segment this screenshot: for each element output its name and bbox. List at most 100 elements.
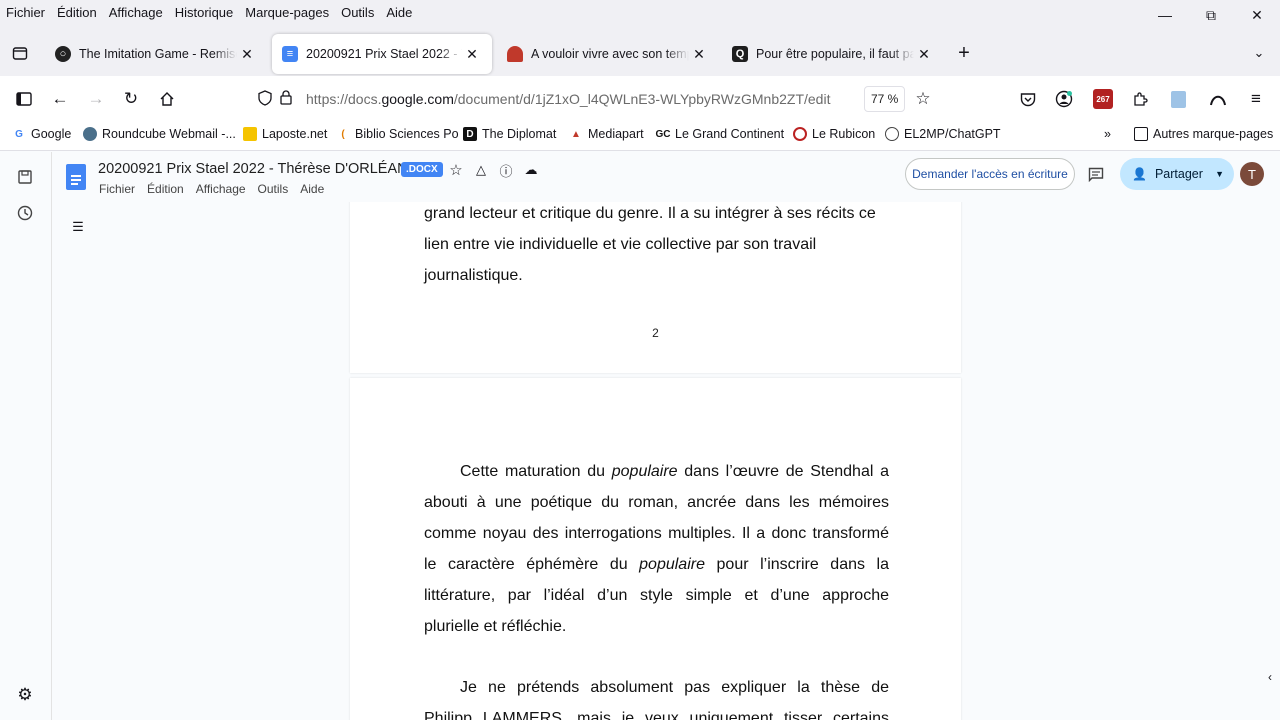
menu-affichage[interactable]: Affichage (103, 5, 169, 20)
close-tab-icon[interactable]: ✕ (689, 46, 709, 63)
document-canvas: ☰ grand lecteur et critique du genre. Il… (52, 202, 1280, 720)
document-page: grand lecteur et critique du genre. Il a… (350, 202, 961, 373)
history-icon[interactable] (12, 200, 38, 226)
rubicon-icon (793, 127, 807, 141)
tab-title: Pour être populaire, il faut parle (756, 47, 914, 61)
side-panel-expand-icon[interactable]: ‹ (1257, 664, 1280, 690)
url-bar[interactable]: https://docs.google.com/document/d/1jZ1x… (252, 82, 942, 116)
quora-icon: Q (732, 46, 748, 62)
bookmark-mediapart[interactable]: ▲ Mediapart (569, 127, 644, 141)
tab-title: The Imitation Game - Remise P (79, 47, 237, 61)
bookmark-star-icon[interactable]: ☆ (910, 86, 936, 112)
zoom-indicator[interactable]: 77 % (864, 86, 906, 112)
home-icon[interactable] (154, 86, 180, 112)
pocket-icon[interactable] (1015, 86, 1041, 112)
paragraph: Cette maturation du populaire dans l’œuv… (424, 456, 889, 642)
docs-menu-aide[interactable]: Aide (300, 182, 324, 196)
other-bookmarks-folder[interactable]: Autres marque-pages (1134, 127, 1273, 141)
paragraph: Je ne prétends absolument pas expliquer … (424, 672, 889, 720)
share-button[interactable]: 👤 Partager ▼ (1120, 158, 1234, 190)
close-tab-icon[interactable]: ✕ (914, 46, 934, 63)
text-line: abouti à une poétique du roman, ancrée d… (424, 494, 889, 511)
navigation-toolbar: ← → ↻ https://docs.google.com/document/d… (0, 76, 1280, 121)
google-icon: G (15, 128, 23, 140)
text-line: Cette maturation du populaire dans l’œuv… (460, 463, 889, 480)
google-docs-icon: ≡ (282, 46, 298, 62)
tab-pour-etre-populaire[interactable]: Q Pour être populaire, il faut parle ✕ (722, 34, 944, 74)
document-page: Cette maturation du populaire dans l’œuv… (350, 378, 961, 720)
left-rail: ⚙ (0, 152, 52, 720)
folder-icon (1134, 127, 1148, 141)
menu-outils[interactable]: Outils (335, 5, 380, 20)
docs-menu-fichier[interactable]: Fichier (99, 182, 135, 196)
bookmark-google[interactable]: G Google (12, 127, 71, 141)
bookmark-roundcube[interactable]: Roundcube Webmail -... (83, 127, 236, 141)
docx-badge: .DOCX (401, 162, 443, 177)
cloud-status-icon[interactable]: ☁ (518, 157, 544, 183)
person-icon: 👤 (1132, 167, 1147, 181)
tracking-shield-icon[interactable] (258, 89, 280, 109)
outline-icon[interactable]: ☰ (65, 214, 91, 240)
tab-prix-stael[interactable]: ≡ 20200921 Prix Stael 2022 - Thé ✕ (272, 34, 492, 74)
new-tab-icon[interactable]: + (951, 40, 977, 66)
docs-menu-outils[interactable]: Outils (258, 182, 289, 196)
url-text[interactable]: https://docs.google.com/document/d/1jZ1x… (306, 91, 830, 107)
bookmark-diplomat[interactable]: D The Diplomat (463, 127, 556, 141)
tab-vouloir-vivre[interactable]: A vouloir vivre avec son temps, ✕ (497, 34, 719, 74)
menu-fichier[interactable]: Fichier (0, 5, 51, 20)
menu-aide[interactable]: Aide (380, 5, 418, 20)
settings-gear-icon[interactable]: ⚙ (12, 682, 38, 708)
comments-icon[interactable] (1083, 161, 1109, 187)
close-tab-icon[interactable]: ✕ (462, 46, 482, 63)
hamburger-menu-icon[interactable]: ≡ (1243, 86, 1269, 112)
caret-down-icon: ▼ (1215, 169, 1224, 179)
text-line: comme noyau des interrogations multiples… (424, 525, 889, 542)
save-icon[interactable] (12, 164, 38, 190)
avatar[interactable]: T (1240, 162, 1264, 186)
list-tabs-icon[interactable]: ⌄ (1246, 40, 1272, 66)
bookmark-chatgpt[interactable]: EL2MP/ChatGPT (885, 127, 1001, 141)
request-edit-access-button[interactable]: Demander l'accès en écriture (905, 158, 1075, 190)
document-title[interactable]: 20200921 Prix Stael 2022 - Thérèse D'ORL… (98, 161, 417, 177)
text-line: littérature, par l’idéal d’un style simp… (424, 587, 889, 604)
tab-overview-icon[interactable] (7, 40, 33, 66)
bookmark-laposte[interactable]: Laposte.net (243, 127, 327, 141)
lock-icon[interactable] (280, 90, 306, 108)
bookmark-rubicon[interactable]: Le Rubicon (793, 127, 875, 141)
reader-extension-icon[interactable] (1165, 86, 1191, 112)
bookmark-grand-continent[interactable]: GC Le Grand Continent (656, 127, 785, 141)
sidebar-toggle-icon[interactable] (11, 86, 37, 112)
tab-imitation-game[interactable]: ○ The Imitation Game - Remise P ✕ (45, 34, 267, 74)
account-icon[interactable] (1051, 86, 1077, 112)
back-icon[interactable]: ← (47, 86, 73, 112)
move-to-drive-icon[interactable]: △ (468, 157, 494, 183)
extension-badge-icon[interactable]: 267 (1090, 86, 1116, 112)
globe-icon (885, 127, 899, 141)
menu-edition[interactable]: Édition (51, 5, 103, 20)
menu-marque-pages[interactable]: Marque-pages (239, 5, 335, 20)
docs-menu: Fichier Édition Affichage Outils Aide (99, 182, 324, 196)
docs-logo-icon[interactable] (66, 164, 86, 190)
info-icon[interactable]: ⓘ (493, 157, 519, 183)
diplomat-icon: D (463, 127, 477, 141)
docs-header: 20200921 Prix Stael 2022 - Thérèse D'ORL… (52, 152, 1280, 202)
page-number: 2 (652, 326, 659, 340)
text-line: lien entre vie individuelle et vie colle… (424, 236, 817, 253)
menu-historique[interactable]: Historique (169, 5, 240, 20)
laposte-icon (243, 127, 257, 141)
reload-icon[interactable]: ↻ (118, 86, 144, 112)
imitation-game-icon: ○ (55, 46, 71, 62)
app-menu-bar: Fichier Édition Affichage Historique Mar… (0, 0, 1280, 24)
extensions-icon[interactable] (1127, 86, 1153, 112)
arc-extension-icon[interactable] (1205, 86, 1231, 112)
tab-strip: ○ The Imitation Game - Remise P ✕ ≡ 2020… (0, 24, 1280, 76)
mediapart-icon: ▲ (571, 128, 581, 140)
forward-icon[interactable]: → (83, 86, 109, 112)
close-tab-icon[interactable]: ✕ (237, 46, 257, 63)
bookmarks-toolbar: G Google Roundcube Webmail -... Laposte.n… (0, 121, 1280, 151)
star-icon[interactable]: ☆ (443, 157, 469, 183)
bookmark-biblio[interactable]: (Biblio Sciences Po (336, 127, 458, 141)
docs-menu-affichage[interactable]: Affichage (196, 182, 246, 196)
bookmarks-overflow-icon[interactable]: » (1104, 127, 1111, 141)
docs-menu-edition[interactable]: Édition (147, 182, 184, 196)
